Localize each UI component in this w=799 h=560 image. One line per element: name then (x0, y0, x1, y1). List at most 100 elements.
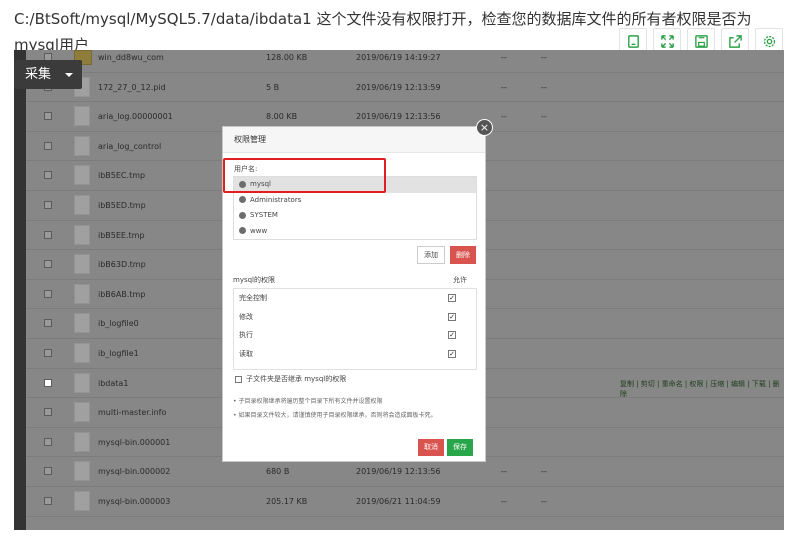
user-name: SYSTEM (250, 211, 278, 219)
file-owner: -- (541, 467, 547, 477)
file-owner: -- (541, 112, 547, 122)
file-name[interactable]: ibdata1 (98, 379, 128, 388)
file-size: 5 B (266, 82, 280, 92)
table-row[interactable]: win_dd8wu_com 128.00 KB 2019/06/19 14:19:2… (26, 50, 784, 73)
row-checkbox[interactable] (44, 349, 52, 357)
permission-row: 完全控制 ✓ (234, 289, 476, 308)
save-button[interactable]: 保存 (447, 439, 473, 456)
file-name[interactable]: mysql-bin.000002 (98, 467, 170, 476)
permission-row: 修改 ✓ (234, 308, 476, 327)
file-size: 8.00 KB (266, 112, 298, 122)
file-permission: -- (501, 467, 507, 477)
file-icon (74, 431, 90, 452)
user-icon (239, 211, 246, 219)
file-icon (74, 106, 90, 127)
file-name[interactable]: ibB5EE.tmp (98, 231, 145, 240)
file-name[interactable]: ibB5EC.tmp (98, 171, 145, 180)
add-user-button[interactable]: 添加 (417, 246, 445, 264)
cancel-button[interactable]: 取消 (418, 439, 444, 456)
file-name[interactable]: mysql-bin.000001 (98, 438, 170, 447)
row-checkbox[interactable] (44, 171, 52, 180)
table-row[interactable]: 172_27_0_12.pid 5 B 2019/06/19 12:13:59 -- -… (26, 73, 784, 103)
row-checkbox[interactable] (44, 408, 52, 417)
user-item[interactable]: www (234, 224, 476, 240)
file-operations[interactable]: 复制 | 剪切 | 重命名 | 权限 | 压缩 | 编辑 | 下载 | 删除 (620, 379, 784, 399)
user-icon (239, 227, 246, 234)
file-name[interactable]: multi-master.info (98, 408, 166, 417)
file-icon (74, 461, 90, 482)
permission-label: 读取 (239, 349, 253, 358)
file-name[interactable]: 172_27_0_12.pid (98, 83, 166, 92)
row-checkbox[interactable] (44, 497, 52, 505)
collect-button-label: 采集 (25, 67, 52, 82)
permission-list: 完全控制 ✓ 修改 ✓ 执行 ✓ 读取 ✓ (233, 288, 477, 370)
permission-label: 修改 (239, 312, 253, 321)
row-checkbox[interactable] (44, 437, 52, 446)
file-owner: -- (541, 53, 547, 62)
row-checkbox[interactable] (44, 378, 52, 387)
permission-checkbox[interactable]: ✓ (448, 331, 456, 339)
file-permission: -- (501, 112, 507, 122)
file-icon (74, 402, 90, 423)
permission-label: 执行 (239, 331, 253, 339)
file-icon (74, 343, 90, 363)
highlight-box (223, 158, 386, 193)
row-checkbox[interactable] (44, 467, 52, 476)
file-icon (74, 224, 90, 245)
row-checkbox[interactable] (44, 141, 52, 150)
permission-header: mysql的权限 允许 (233, 275, 477, 285)
left-bar (14, 50, 26, 530)
file-size: 205.17 KB (266, 497, 308, 506)
file-name[interactable]: ibB63D.tmp (98, 260, 146, 269)
file-icon (74, 283, 90, 304)
file-icon (74, 254, 90, 275)
permission-checkbox[interactable]: ✓ (448, 294, 456, 302)
close-icon[interactable]: × (476, 119, 493, 136)
user-name: Administrators (250, 195, 302, 204)
file-name[interactable]: win_dd8wu_com (98, 53, 164, 62)
page: C:/BtSoft/mysql/MySQL5.7/data/ibdata1 这个… (0, 0, 799, 560)
file-icon (74, 165, 90, 186)
file-time: 2019/06/19 14:19:27 (356, 53, 441, 62)
row-checkbox[interactable] (44, 260, 52, 269)
file-name[interactable]: ib_logfile0 (98, 319, 139, 328)
permission-label: 完全控制 (239, 294, 267, 302)
permission-dialog: 权限管理 × 用户名: mysql Administrators SYSTEM www… (222, 119, 493, 462)
file-permission: -- (501, 82, 507, 92)
delete-user-button[interactable]: 删除 (450, 246, 476, 264)
file-time: 2019/06/21 11:04:59 (356, 497, 441, 506)
dialog-title: 权限管理 (223, 127, 485, 153)
row-checkbox[interactable] (44, 289, 52, 298)
permission-checkbox[interactable]: ✓ (448, 312, 456, 321)
user-item[interactable]: Administrators (234, 193, 476, 209)
file-name[interactable]: aria_log.00000001 (98, 112, 173, 121)
inherit-option[interactable]: 子文件夹是否继承 mysql的权限 (235, 374, 346, 384)
file-name[interactable]: ibB6AB.tmp (98, 290, 145, 299)
notes: • 子目录权限继承将遍历整个目录下所有文件并设置权限 • 如果目录文件较大，请谨… (233, 395, 436, 423)
file-icon (74, 195, 90, 215)
caret-down-icon (65, 73, 73, 77)
file-permission: -- (501, 497, 507, 506)
file-name[interactable]: mysql-bin.000003 (98, 497, 170, 506)
file-name[interactable]: ib_logfile1 (98, 349, 139, 358)
note-item: • 如果目录文件较大，请谨慎使用子目录权限继承，否则将会造成面板卡死。 (233, 412, 437, 419)
file-name[interactable]: aria_log_control (98, 142, 161, 151)
file-size: 680 B (266, 467, 290, 477)
inherit-checkbox[interactable] (235, 375, 242, 383)
permission-header-label: mysql的权限 (233, 276, 275, 284)
user-name: www (250, 226, 268, 235)
file-icon (74, 135, 90, 156)
note-item: • 子目录权限继承将遍历整个目录下所有文件并设置权限 (233, 398, 383, 405)
permission-checkbox[interactable]: ✓ (448, 349, 456, 358)
file-icon (74, 491, 90, 511)
file-time: 2019/06/19 12:13:56 (356, 467, 441, 477)
row-checkbox[interactable] (44, 230, 52, 239)
row-checkbox[interactable] (44, 201, 52, 209)
file-name[interactable]: ibB5ED.tmp (98, 201, 146, 210)
file-icon (74, 372, 90, 393)
collect-button[interactable]: 采集 (14, 60, 82, 89)
row-checkbox[interactable] (44, 319, 52, 328)
table-row[interactable]: mysql-bin.000003 205.17 KB 2019/06/21 11:0… (26, 487, 784, 517)
user-item[interactable]: SYSTEM (234, 208, 476, 224)
row-checkbox[interactable] (44, 112, 52, 121)
